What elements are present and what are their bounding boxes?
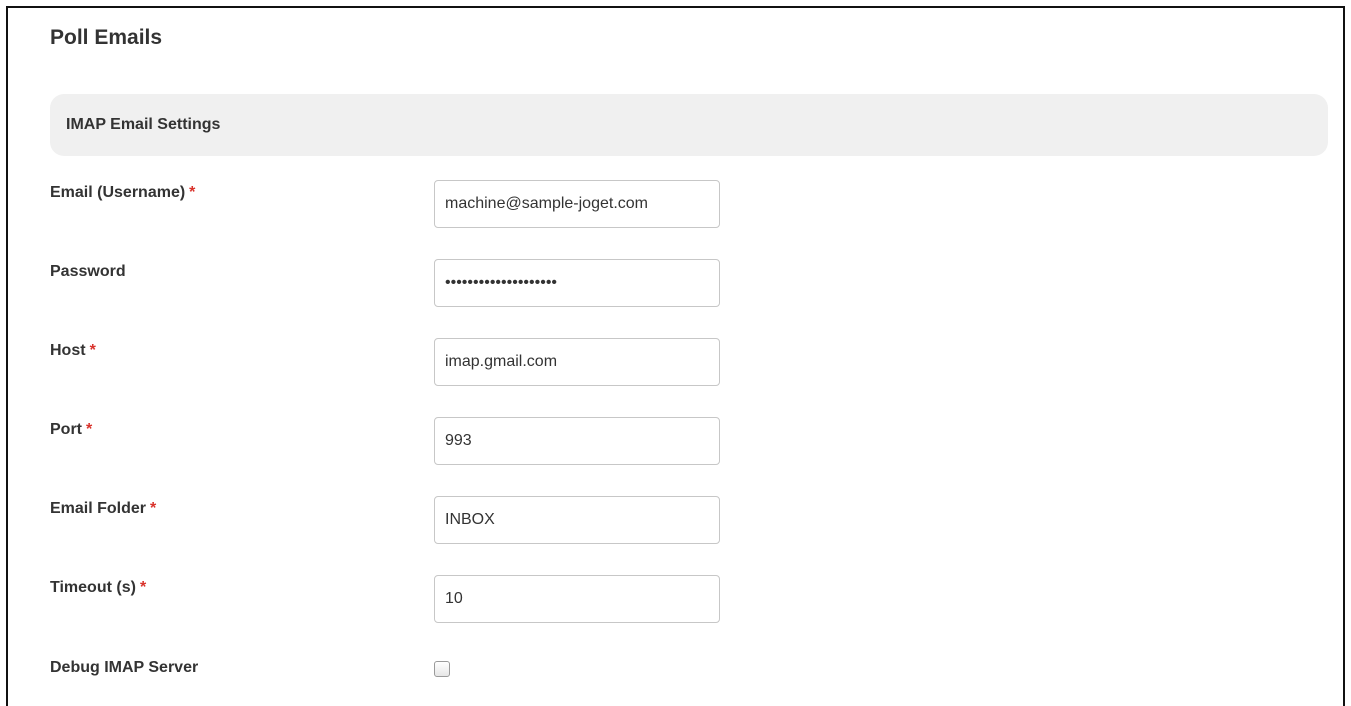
required-marker: * [86,421,93,438]
password-input[interactable] [434,259,720,307]
required-marker: * [89,342,96,359]
port-label: Port * [50,421,92,439]
email-folder-input[interactable] [434,496,720,544]
timeout-label: Timeout (s) * [50,579,146,597]
host-label-text: Host [50,342,86,359]
port-label-text: Port [50,421,82,438]
debug-imap-checkbox[interactable] [434,661,450,677]
timeout-input[interactable] [434,575,720,623]
section-header: IMAP Email Settings [50,94,1328,156]
email-folder-label-text: Email Folder [50,500,147,517]
required-marker: * [150,500,157,517]
required-marker: * [189,184,196,201]
password-label-text: Password [50,263,126,280]
email-username-label: Email (Username) * [50,184,195,202]
timeout-label-text: Timeout (s) [50,579,136,596]
email-folder-label: Email Folder * [50,500,156,518]
page-title: Poll Emails [50,26,163,49]
debug-imap-label: Debug IMAP Server [50,659,198,677]
host-label: Host * [50,342,96,360]
email-username-label-text: Email (Username) [50,184,186,201]
required-marker: * [139,579,147,596]
email-username-input[interactable] [434,180,720,228]
port-input[interactable] [434,417,720,465]
debug-imap-label-text: Debug IMAP Server [50,659,199,676]
section-title: IMAP Email Settings [66,116,221,133]
password-label: Password [50,263,126,281]
host-input[interactable] [434,338,720,386]
